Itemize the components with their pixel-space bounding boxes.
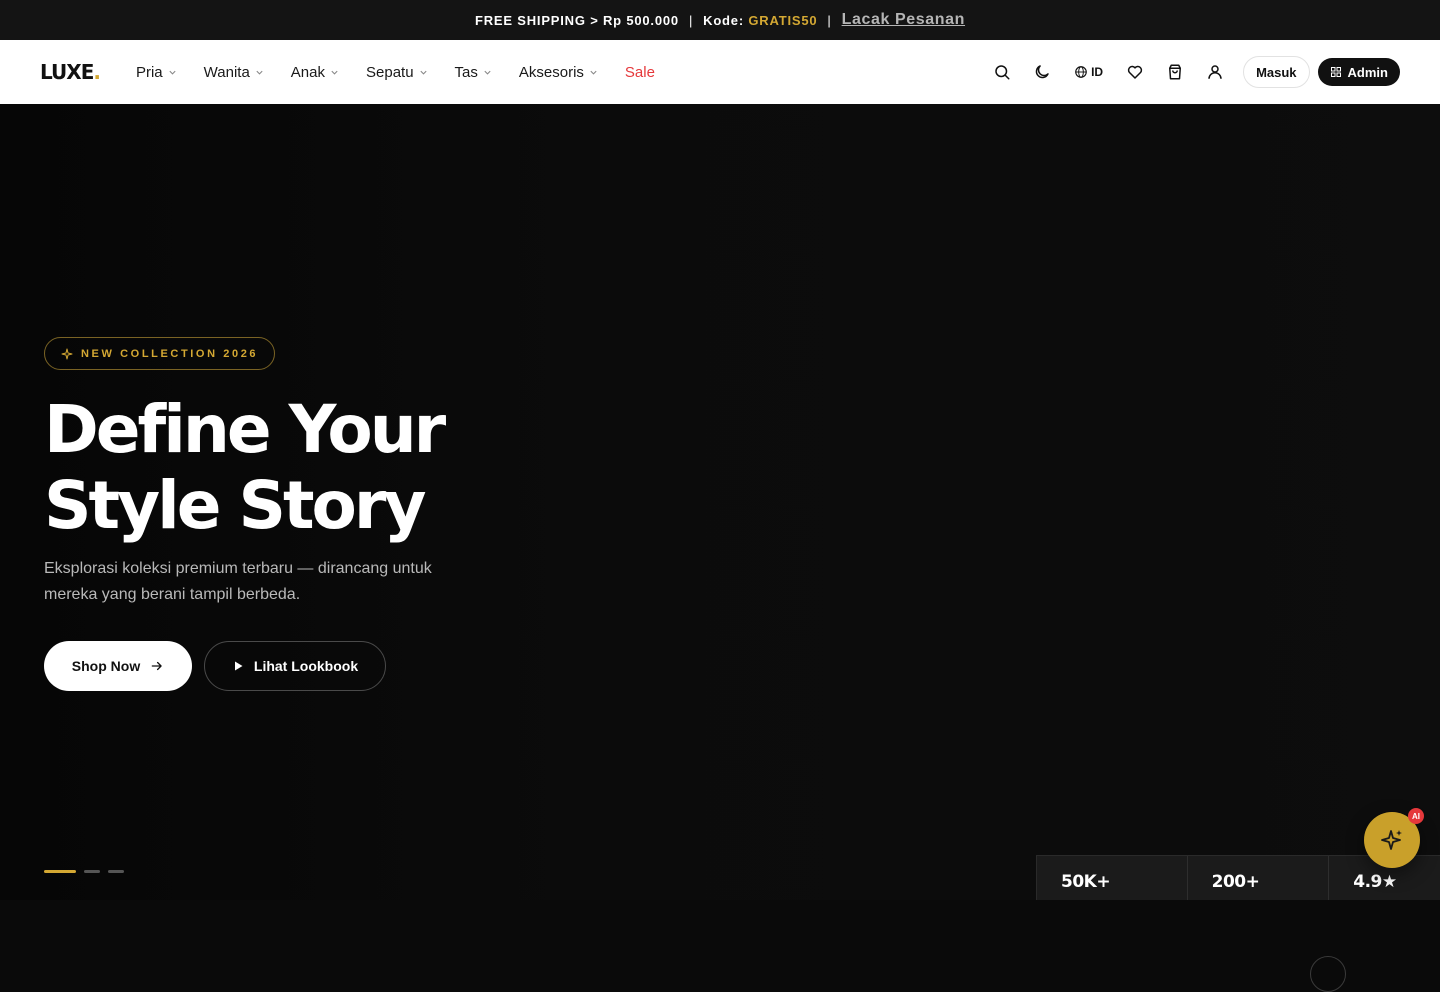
hero-title-line-1: Define Your	[44, 391, 446, 468]
shipping-text: FREE SHIPPING > Rp 500.000	[474, 12, 679, 28]
sparkle-icon	[1381, 830, 1402, 850]
admin-button[interactable]: Admin	[1317, 58, 1400, 86]
search-button[interactable]	[982, 52, 1022, 92]
nav-item-sale[interactable]: Sale	[625, 64, 655, 81]
shop-now-label: Shop Now	[71, 658, 141, 674]
track-order-link[interactable]: Lacak Pesanan	[842, 11, 965, 29]
hero-section: NEW COLLECTION 2026 Define Your Style St…	[0, 104, 1440, 992]
hero-subtitle: Eksplorasi koleksi premium terbaru — dir…	[44, 560, 432, 603]
stat-value: 200+	[1211, 872, 1260, 892]
promo-code-value: GRATIS50	[748, 12, 818, 28]
nav-label: Sale	[624, 63, 655, 81]
slide-indicators	[44, 870, 124, 873]
nav-label: Wanita	[203, 63, 250, 81]
promo-code: Kode: GRATIS50	[703, 13, 817, 28]
nav-label: Sepatu	[366, 63, 414, 81]
stat-value: 4.9★	[1353, 872, 1397, 892]
language-switcher[interactable]: ID	[1062, 52, 1115, 92]
globe-icon	[1075, 66, 1087, 78]
collection-badge: NEW COLLECTION 2026	[44, 337, 276, 370]
shop-now-button[interactable]: Shop Now	[44, 641, 192, 691]
chevron-down-icon	[169, 70, 176, 75]
slide-dot-3[interactable]	[108, 870, 124, 873]
hero-title-line-2: Style Story	[44, 467, 426, 544]
nav-label: Anak	[290, 63, 325, 81]
stat-brands: 200+	[1188, 856, 1330, 900]
login-button[interactable]: Masuk	[1243, 56, 1310, 88]
user-icon	[1208, 65, 1222, 79]
slide-dot-1[interactable]	[44, 870, 76, 873]
badge-label: NEW COLLECTION 2026	[81, 347, 259, 360]
nav-item-pria[interactable]: Pria	[136, 64, 177, 81]
separator: |	[688, 12, 694, 28]
nav-item-aksesoris[interactable]: Aksesoris	[519, 64, 598, 81]
chevron-down-icon	[256, 70, 263, 75]
site-header: LUXE. Pria Wanita Anak Sepatu Tas Akseso…	[0, 40, 1440, 104]
logo-dot: .	[93, 60, 101, 84]
announcement-bar: FREE SHIPPING > Rp 500.000 | Kode: GRATI…	[0, 0, 1440, 40]
nav-label: Aksesoris	[518, 63, 584, 81]
chevron-down-icon	[484, 70, 491, 75]
heart-icon	[1127, 65, 1143, 79]
sparkle-icon	[61, 348, 73, 359]
logo[interactable]: LUXE.	[40, 60, 101, 84]
play-icon	[234, 661, 243, 671]
language-label: ID	[1091, 65, 1104, 79]
hero-title: Define Your Style Story	[44, 392, 604, 544]
main-nav: Pria Wanita Anak Sepatu Tas Aksesoris Sa…	[136, 64, 655, 81]
slide-dot-2[interactable]	[84, 870, 100, 873]
grid-icon	[1330, 67, 1341, 77]
nav-item-tas[interactable]: Tas	[455, 64, 492, 81]
nav-label: Tas	[454, 63, 478, 81]
account-button[interactable]	[1195, 52, 1235, 92]
arrow-right-icon	[151, 661, 162, 671]
logo-text: LUXE	[40, 60, 94, 84]
bag-icon	[1169, 64, 1182, 80]
nav-label: Pria	[135, 63, 163, 81]
separator-2: |	[827, 12, 832, 28]
nav-item-wanita[interactable]: Wanita	[204, 64, 264, 81]
moon-icon	[1035, 65, 1049, 79]
lookbook-button[interactable]: Lihat Lookbook	[204, 641, 386, 691]
chevron-down-icon	[331, 70, 338, 75]
nav-item-sepatu[interactable]: Sepatu	[366, 64, 428, 81]
stat-customers: 50K+	[1037, 856, 1188, 900]
promo-code-label: Kode:	[703, 12, 744, 28]
stat-value: 50K+	[1061, 872, 1111, 892]
lookbook-label: Lihat Lookbook	[253, 658, 359, 674]
header-actions: ID Masuk Admin	[982, 52, 1400, 92]
cart-button[interactable]	[1155, 52, 1195, 92]
chevron-down-icon	[590, 70, 597, 75]
chevron-down-icon	[419, 70, 427, 75]
scroll-circle-button[interactable]	[1310, 956, 1346, 992]
admin-label: Admin	[1347, 64, 1388, 80]
search-icon	[995, 65, 1010, 80]
wishlist-button[interactable]	[1115, 52, 1155, 92]
theme-toggle-button[interactable]	[1022, 52, 1062, 92]
ai-badge: AI	[1408, 808, 1424, 824]
nav-item-anak[interactable]: Anak	[291, 64, 339, 81]
